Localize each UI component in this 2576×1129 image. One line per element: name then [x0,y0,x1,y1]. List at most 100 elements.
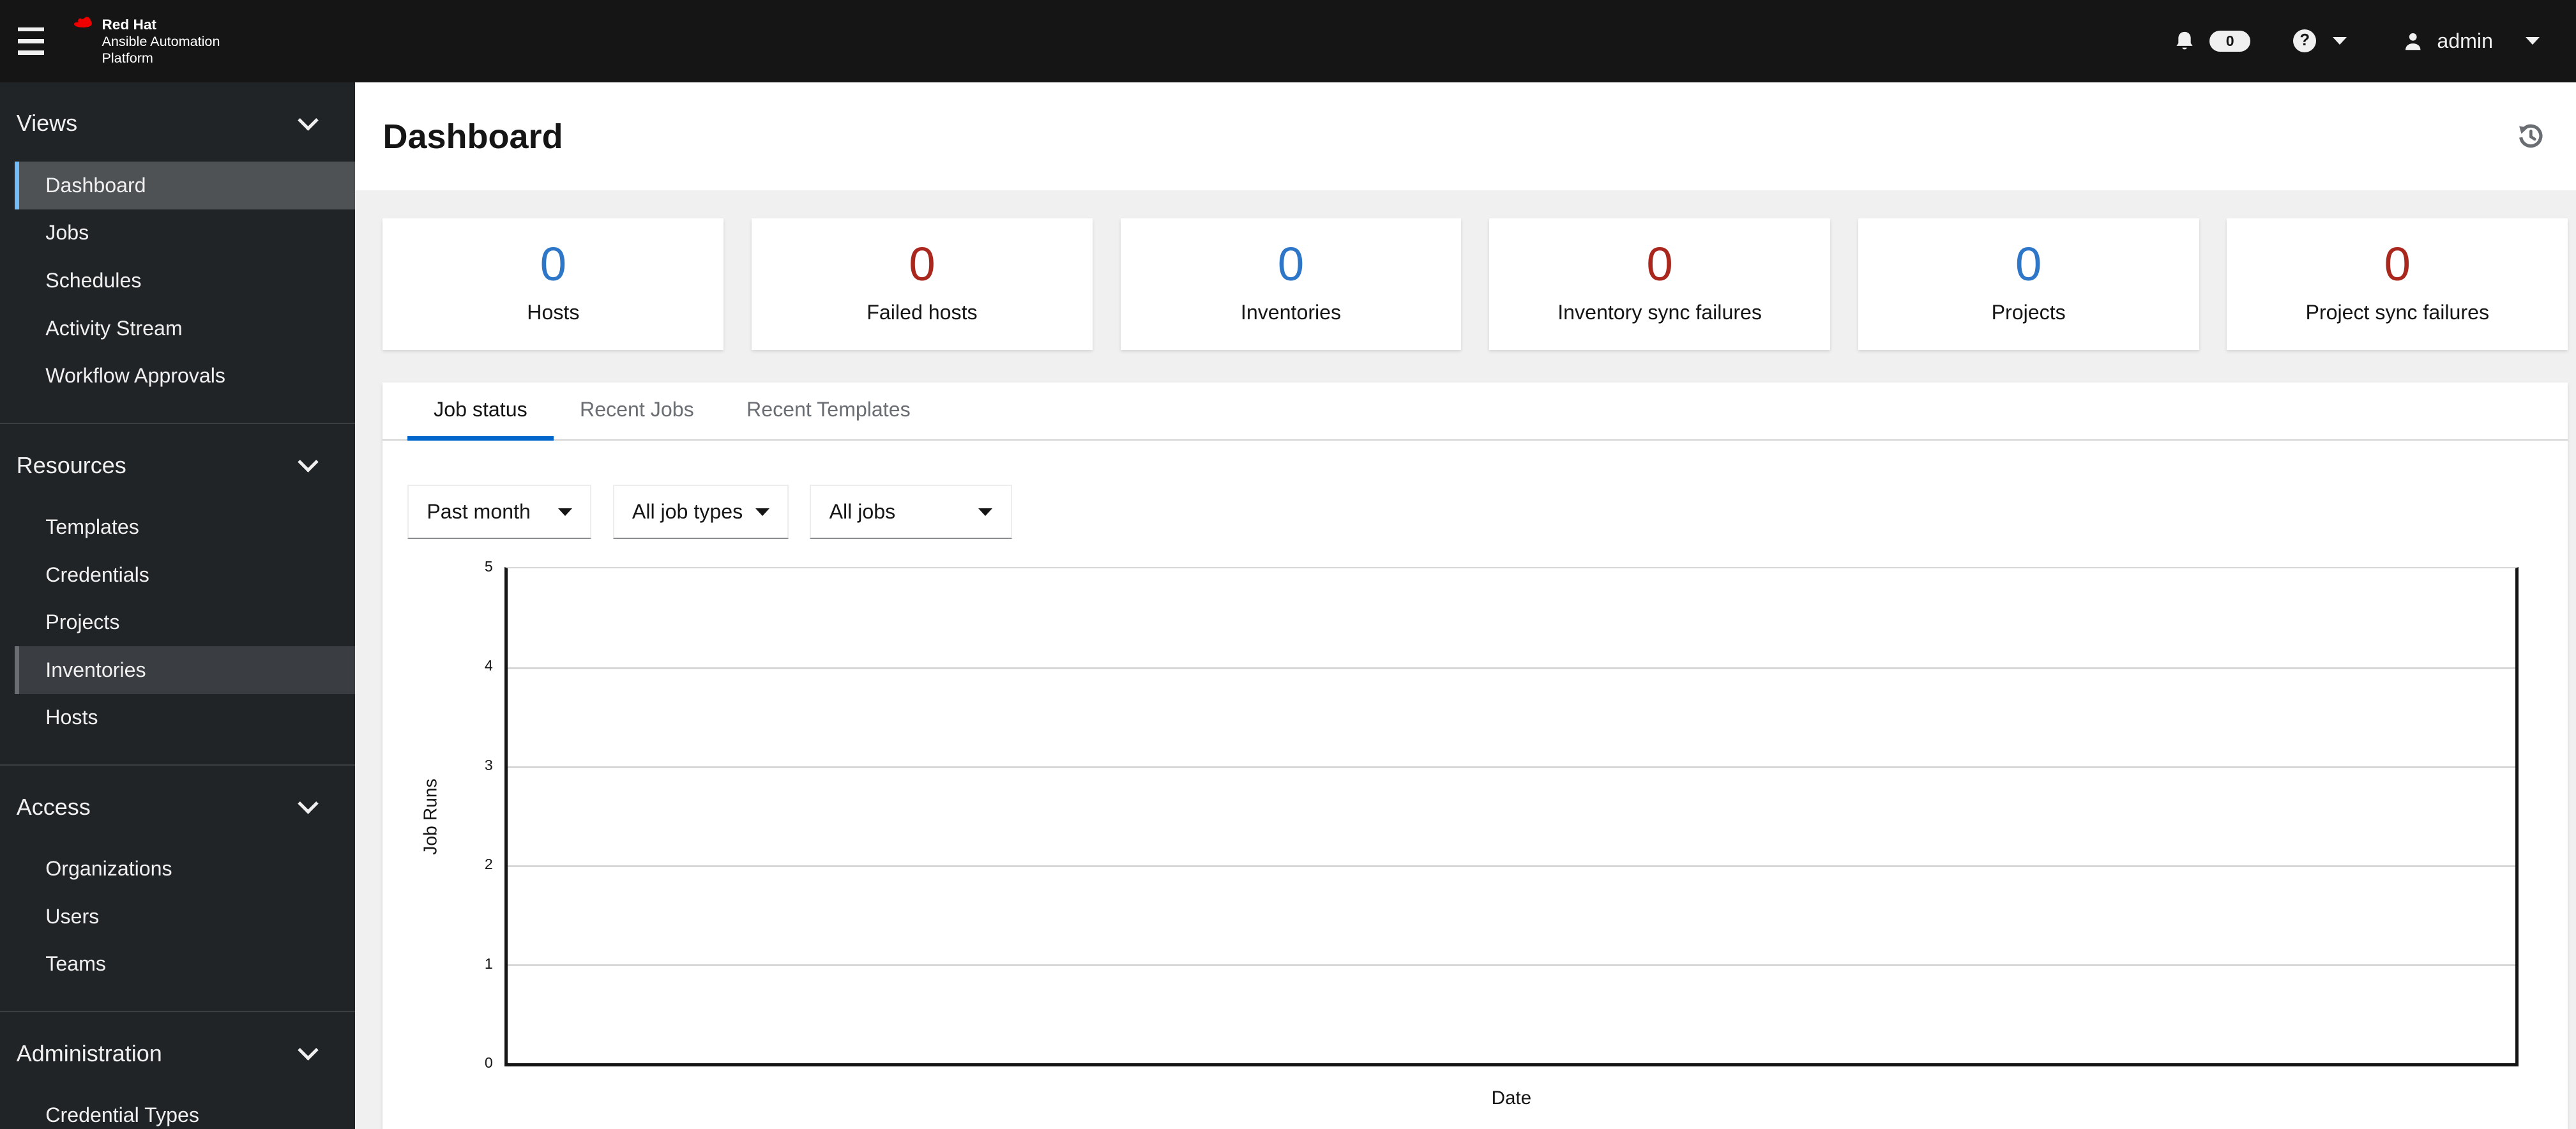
sidebar-item-workflow-approvals[interactable]: Workflow Approvals [15,352,355,400]
list-item: Inventories [0,646,355,694]
brand-logo[interactable]: Red Hat Ansible Automation Platform [71,16,220,66]
masthead: Red Hat Ansible Automation Platform 0 ? [0,0,2576,82]
y-tick-label: 2 [484,856,493,873]
tab-bar: Job status Recent Jobs Recent Templates [383,383,2568,442]
sidebar-item-templates[interactable]: Templates [15,503,355,551]
sidebar-item-dashboard[interactable]: Dashboard [15,161,355,209]
sidebar-item-hosts[interactable]: Hosts [15,694,355,742]
tab-recent-templates[interactable]: Recent Templates [720,383,937,439]
nav-group-views[interactable]: Views [0,102,355,145]
tab-recent-jobs[interactable]: Recent Jobs [554,383,720,439]
user-menu-button[interactable]: admin [2402,29,2540,53]
nav-item-list: Credential TypesNotifications [0,1092,355,1129]
nav-group-resources[interactable]: Resources [0,444,355,487]
y-tick-label: 3 [484,756,493,773]
list-item: Templates [0,503,355,551]
job-status-panel: Job status Recent Jobs Recent Templates Pa… [383,383,2568,1129]
card-label: Failed hosts [867,300,978,324]
sidebar-item-projects[interactable]: Projects [15,598,355,646]
selected-value: All jobs [829,500,896,524]
card-value: 0 [909,236,936,291]
nav-item-list: Organizations Users Teams [0,845,355,988]
notification-count-badge: 0 [2209,30,2251,52]
nav-section-views: Views Dashboard Jobs Schedules Activity Stre… [0,82,355,423]
sidebar-item-inventories[interactable]: Inventories [15,646,355,694]
summary-cards-row: 0 Hosts 0 Failed hosts 0 Inventories 0 Inventor… [383,218,2568,350]
chevron-down-icon [298,793,319,815]
list-item: Workflow Approvals [0,352,355,400]
red-hat-logo-icon [73,17,92,27]
sidebar-item-jobs[interactable]: Jobs [15,209,355,257]
sidebar-item-organizations[interactable]: Organizations [15,845,355,893]
card-label: Inventory sync failures [1557,300,1762,324]
sidebar-item-users[interactable]: Users [15,893,355,941]
list-item: Jobs [0,209,355,257]
list-item: Organizations [0,845,355,893]
caret-down-icon [2526,37,2540,45]
sidebar-navigation: Views Dashboard Jobs Schedules Activity Stre… [0,82,355,1129]
summary-card-hosts[interactable]: 0 Hosts [383,218,724,350]
page-title: Dashboard [383,117,563,156]
sidebar-item-credentials[interactable]: Credentials [15,551,355,599]
chevron-down-icon [298,109,319,131]
tab-job-status[interactable]: Job status [407,383,554,442]
y-tick-label: 1 [484,955,493,972]
list-item: Teams [0,941,355,989]
sidebar-item-schedules[interactable]: Schedules [15,257,355,305]
gridline [507,667,2515,669]
nav-group-administration[interactable]: Administration [0,1032,355,1075]
summary-card-inventory-sync-failures[interactable]: 0 Inventory sync failures [1489,218,1831,350]
y-axis-label: Job Runs [420,778,441,855]
nav-group-access[interactable]: Access [0,785,355,829]
notifications-button[interactable] [2173,29,2196,52]
list-item: Hosts [0,694,355,742]
list-item: Credentials [0,551,355,599]
card-value: 0 [1277,236,1305,291]
caret-down-icon [978,508,993,516]
card-value: 0 [540,236,567,291]
nav-group-label: Access [16,793,91,820]
card-label: Project sync failures [2305,300,2490,324]
sidebar-item-activity-stream[interactable]: Activity Stream [15,305,355,352]
card-value: 0 [1646,236,1673,291]
brand-line-2: Ansible Automation [102,33,220,49]
help-menu-button[interactable]: ? [2293,29,2347,53]
filter-job-select[interactable]: All jobs [810,485,1012,540]
nav-section-access: Access Organizations Users Teams [0,764,355,1011]
brand-line-3: Platform [102,49,153,66]
history-icon[interactable] [2517,123,2545,149]
question-circle-icon: ? [2293,29,2317,53]
plot-area [504,566,2519,1067]
card-value: 0 [2015,236,2042,291]
sidebar-item-teams[interactable]: Teams [15,941,355,989]
nav-item-list: Dashboard Jobs Schedules Activity Stream Wor… [0,161,355,400]
chevron-down-icon [298,1040,319,1061]
list-item: Projects [0,598,355,646]
summary-card-projects[interactable]: 0 Projects [1858,218,2199,350]
brand-text: Red Hat Ansible Automation Platform [102,16,220,66]
summary-card-failed-hosts[interactable]: 0 Failed hosts [752,218,1093,350]
sidebar-item-credential-types[interactable]: Credential Types [15,1092,355,1129]
selected-value: Past month [427,500,531,524]
user-icon [2406,33,2421,50]
gridline [507,766,2515,768]
filter-job-type-select[interactable]: All job types [612,485,789,540]
nav-group-label: Resources [16,451,126,478]
card-label: Projects [1991,300,2066,324]
main-area: Dashboard 0 Hosts 0 Failed hosts 0 Inventorie… [354,82,2576,1129]
list-item: Dashboard [0,161,355,209]
job-runs-chart: Job Runs 5 4 3 2 1 0 Date [407,558,2519,1129]
user-name: admin [2437,29,2493,52]
selected-value: All job types [632,500,743,524]
bell-icon [2176,32,2193,50]
ansible-automation-platform-app: Red Hat Ansible Automation Platform 0 ? [0,0,2576,1129]
y-tick-label: 5 [484,558,493,575]
nav-group-label: Views [16,110,78,137]
hamburger-icon[interactable] [18,27,45,55]
dashboard-content: 0 Hosts 0 Failed hosts 0 Inventories 0 Inventor… [355,190,2576,1129]
card-value: 0 [2384,236,2411,291]
filter-period-select[interactable]: Past month [407,485,592,540]
summary-card-project-sync-failures[interactable]: 0 Project sync failures [2227,218,2568,350]
summary-card-inventories[interactable]: 0 Inventories [1120,218,1462,350]
y-tick-label: 4 [484,657,493,674]
